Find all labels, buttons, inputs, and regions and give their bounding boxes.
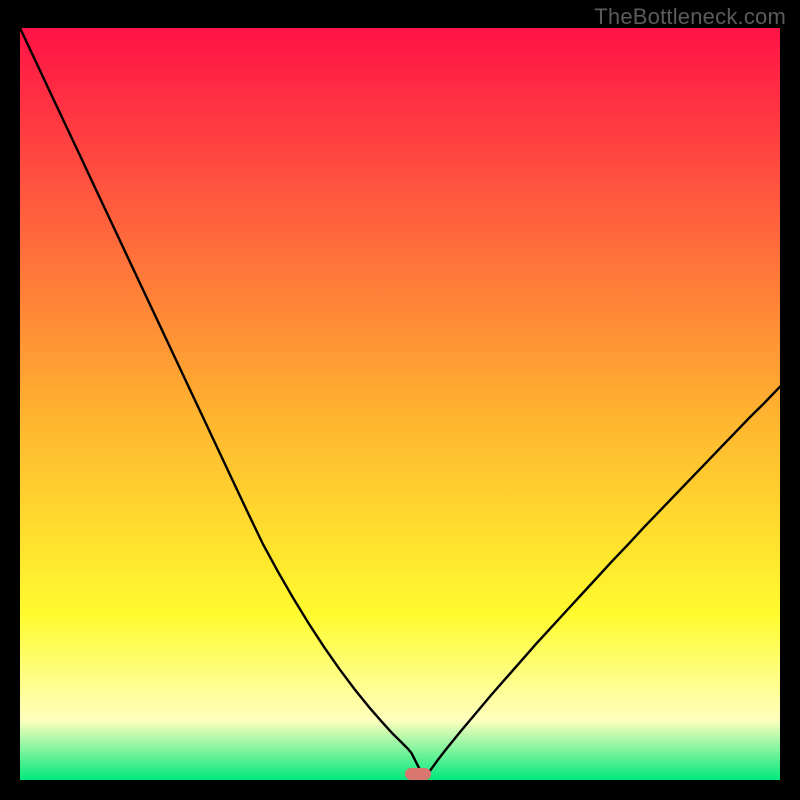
chart-svg	[20, 28, 780, 780]
plot-area	[20, 28, 780, 780]
watermark-text: TheBottleneck.com	[594, 4, 786, 30]
gradient-background	[20, 28, 780, 780]
chart-frame: TheBottleneck.com	[0, 0, 800, 800]
optimal-marker	[405, 768, 431, 780]
